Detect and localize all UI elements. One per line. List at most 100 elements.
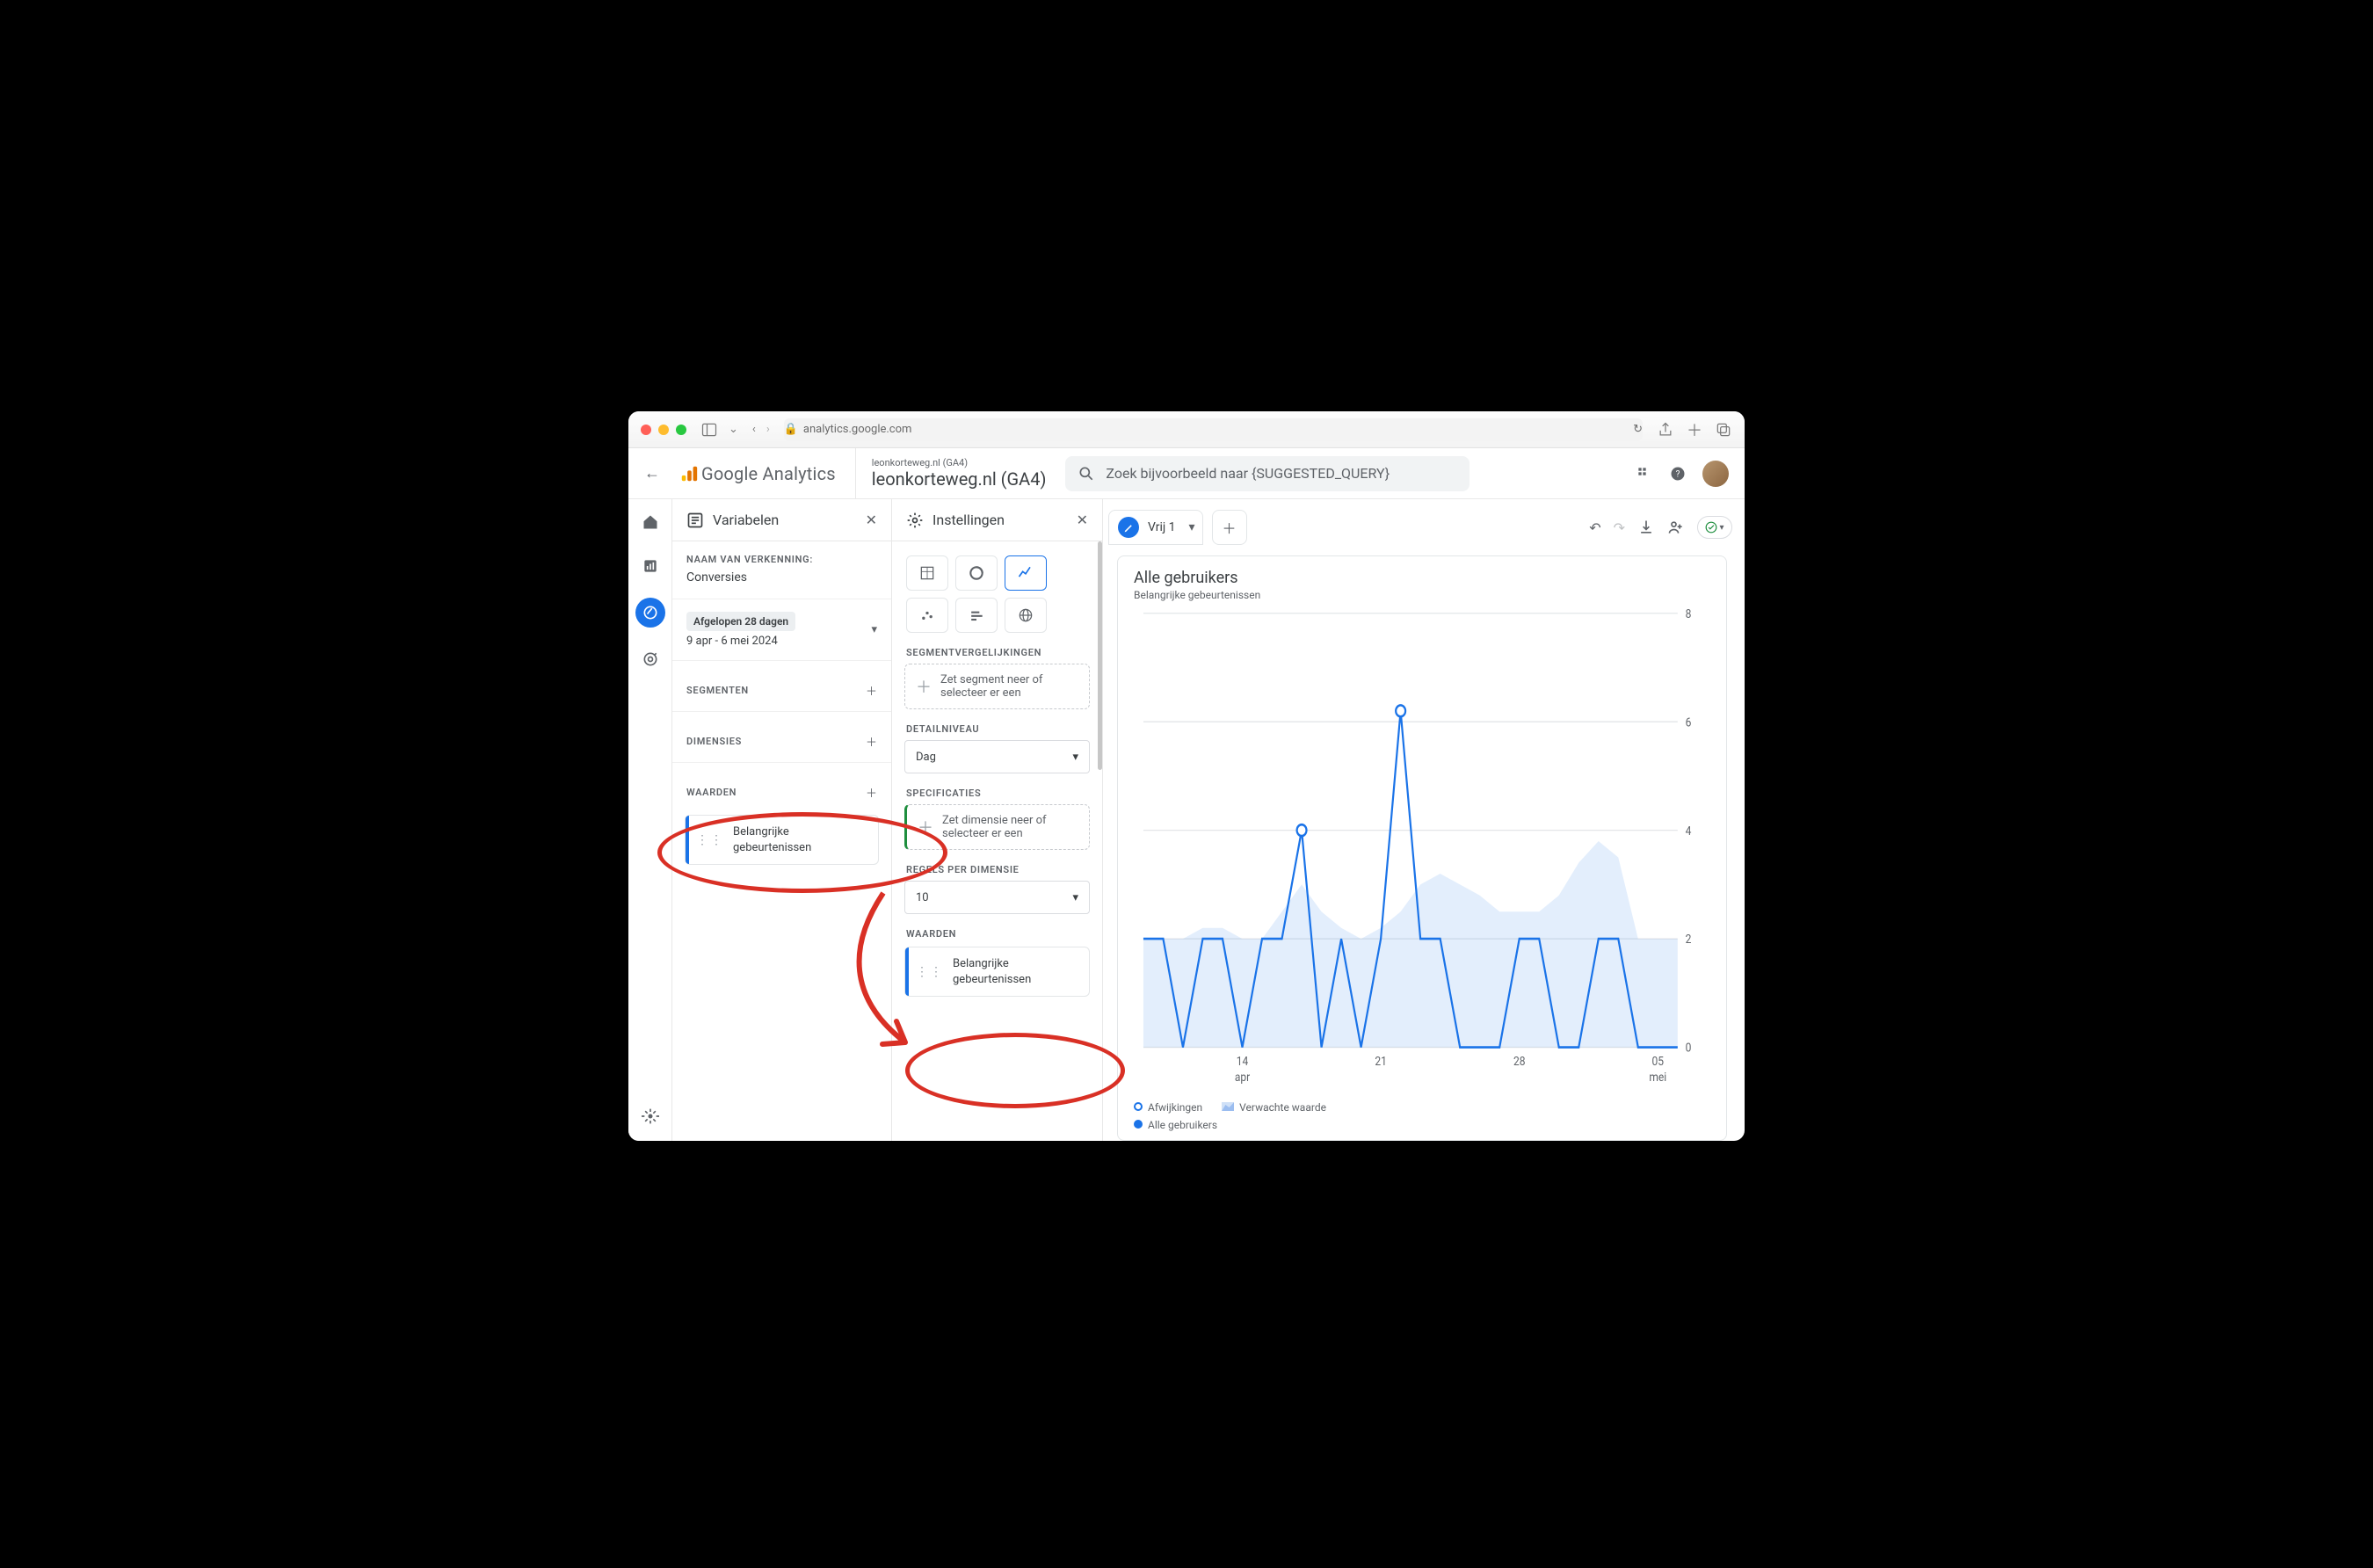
svg-text:2: 2 — [1686, 933, 1692, 947]
scrollbar[interactable] — [1098, 541, 1102, 770]
date-range-selector[interactable]: Afgelopen 28 dagen 9 apr - 6 mei 2024 ▾ — [672, 599, 891, 661]
maximize-window-icon[interactable] — [676, 425, 686, 435]
ga-logo[interactable]: Google Analytics — [679, 463, 836, 484]
nav-advertising-icon[interactable] — [638, 647, 663, 671]
date-range: 9 apr - 6 mei 2024 — [686, 635, 795, 648]
avatar[interactable] — [1702, 461, 1729, 487]
nav-back-icon[interactable]: ‹ — [752, 423, 756, 436]
add-metric-button[interactable]: ＋ — [866, 784, 877, 801]
search-icon — [1078, 465, 1095, 483]
browser-toolbar: ⌄ ‹ › 🔒 analytics.google.com ↻ ＋ — [628, 411, 1745, 448]
close-icon[interactable]: ✕ — [1077, 512, 1088, 528]
settings-metrics-label: WAARDEN — [892, 928, 1102, 940]
help-icon[interactable]: ? — [1669, 465, 1687, 483]
segment-drop-zone[interactable]: ＋ Zet segment neer of selecteer er een — [904, 664, 1090, 709]
settings-title: Instellingen — [933, 512, 1005, 528]
gear-icon — [906, 512, 924, 529]
settings-panel: Instellingen ✕ SEGMENTVERGELIJKINGEN — [892, 499, 1103, 1141]
property-selector[interactable]: leonkorteweg.nl (GA4) leonkorteweg.nl (G… — [855, 448, 1047, 498]
rows-select[interactable]: 10 ▾ — [904, 881, 1090, 914]
svg-text:8: 8 — [1686, 607, 1692, 621]
viz-geo-icon[interactable] — [1005, 598, 1047, 633]
exploration-tab[interactable]: Vrij 1 ▾ — [1108, 510, 1203, 545]
svg-text:05: 05 — [1652, 1055, 1665, 1069]
dimensions-label: DIMENSIES — [686, 736, 742, 747]
nav-home-icon[interactable] — [638, 510, 663, 534]
redo-icon: ↷ — [1614, 519, 1625, 536]
segments-label: SEGMENTEN — [686, 685, 749, 696]
svg-text:mei: mei — [1649, 1071, 1666, 1085]
chevron-down-icon: ▾ — [1189, 520, 1195, 534]
lock-icon: 🔒 — [784, 423, 798, 436]
granularity-value: Dag — [916, 751, 936, 764]
search-input[interactable]: Zoek bijvoorbeeld naar {SUGGESTED_QUERY} — [1065, 456, 1470, 491]
apps-icon[interactable] — [1636, 465, 1653, 483]
close-icon[interactable]: ✕ — [866, 512, 877, 528]
nav-admin-icon[interactable] — [638, 1104, 663, 1129]
canvas-area: Vrij 1 ▾ ＋ ↶ ↷ ▾ — [1103, 499, 1745, 1141]
viz-line-icon[interactable] — [1005, 555, 1047, 591]
legend-anomalies: Afwijkingen — [1134, 1101, 1202, 1114]
drag-handle-icon[interactable]: ⋮⋮ — [696, 836, 724, 845]
metric-chip-key-events[interactable]: ⋮⋮ Belangrijke gebeurtenissen — [685, 815, 879, 865]
status-indicator[interactable]: ▾ — [1697, 516, 1732, 539]
granularity-select[interactable]: Dag ▾ — [904, 740, 1090, 773]
dimension-drop-zone[interactable]: ＋ Zet dimensie neer of selecteer er een — [904, 804, 1090, 850]
new-tab-icon[interactable]: ＋ — [1687, 418, 1702, 441]
exploration-name[interactable]: Conversies — [686, 570, 877, 584]
viz-donut-icon[interactable] — [955, 555, 998, 591]
tabs-icon[interactable] — [1715, 421, 1732, 439]
back-arrow-icon[interactable]: ← — [644, 464, 660, 483]
address-url: analytics.google.com — [803, 423, 912, 436]
chart-subtitle: Belangrijke gebeurtenissen — [1134, 589, 1710, 601]
close-window-icon[interactable] — [641, 425, 651, 435]
date-preset: Afgelopen 28 dagen — [686, 612, 795, 631]
svg-text:21: 21 — [1375, 1055, 1387, 1069]
window-controls — [641, 425, 686, 435]
exploration-name-label: NAAM VAN VERKENNING: — [686, 554, 877, 565]
metrics-label: WAARDEN — [686, 787, 737, 798]
chevron-down-icon: ▾ — [871, 623, 877, 636]
chevron-down-icon: ▾ — [1719, 523, 1724, 533]
nav-rail — [628, 499, 672, 1141]
nav-explore-icon[interactable] — [635, 598, 665, 628]
svg-text:4: 4 — [1686, 824, 1692, 838]
download-icon[interactable] — [1637, 519, 1655, 536]
drag-handle-icon[interactable]: ⋮⋮ — [916, 968, 944, 976]
chevron-down-icon: ▾ — [1072, 891, 1078, 904]
add-tab-button[interactable]: ＋ — [1212, 510, 1247, 545]
minimize-window-icon[interactable] — [658, 425, 669, 435]
variables-title: Variabelen — [713, 512, 779, 528]
address-bar[interactable]: 🔒 analytics.google.com ↻ — [784, 418, 1643, 441]
rows-value: 10 — [916, 891, 929, 904]
settings-metric-chip[interactable]: ⋮⋮ Belangrijke gebeurtenissen — [904, 947, 1090, 997]
add-dimension-button[interactable]: ＋ — [866, 733, 877, 750]
ga-header: ← Google Analytics leonkorteweg.nl (GA4)… — [628, 448, 1745, 499]
reload-icon[interactable]: ↻ — [1633, 423, 1643, 436]
undo-icon[interactable]: ↶ — [1589, 519, 1600, 536]
sidebar-toggle[interactable]: ⌄ — [700, 421, 738, 439]
svg-text:apr: apr — [1235, 1071, 1251, 1085]
property-sub: leonkorteweg.nl (GA4) — [872, 457, 1047, 468]
variables-panel: Variabelen ✕ NAAM VAN VERKENNING: Conver… — [672, 499, 892, 1141]
add-segment-button[interactable]: ＋ — [866, 682, 877, 699]
settings-metric-chip-label: Belangrijke gebeurtenissen — [953, 956, 1078, 987]
svg-text:28: 28 — [1513, 1055, 1526, 1069]
viz-table-icon[interactable] — [906, 555, 948, 591]
granularity-label: DETAILNIVEAU — [892, 723, 1102, 735]
edit-icon — [1118, 517, 1139, 538]
chevron-down-icon: ▾ — [1072, 751, 1078, 764]
segment-comparisons-label: SEGMENTVERGELIJKINGEN — [892, 647, 1102, 658]
variables-icon — [686, 512, 704, 529]
viz-scatter-icon[interactable] — [906, 598, 948, 633]
legend-series: Alle gebruikers — [1134, 1119, 1217, 1131]
search-placeholder: Zoek bijvoorbeeld naar {SUGGESTED_QUERY} — [1106, 465, 1390, 482]
plus-icon: ＋ — [916, 675, 932, 698]
chart-title: Alle gebruikers — [1134, 569, 1710, 587]
share-icon[interactable] — [1657, 421, 1674, 439]
nav-reports-icon[interactable] — [638, 554, 663, 578]
legend-expected: Verwachte waarde — [1222, 1101, 1326, 1114]
share-users-icon[interactable] — [1667, 519, 1685, 536]
dimension-drop-text: Zet dimensie neer of selecteer er een — [942, 814, 1078, 840]
viz-bar-icon[interactable] — [955, 598, 998, 633]
